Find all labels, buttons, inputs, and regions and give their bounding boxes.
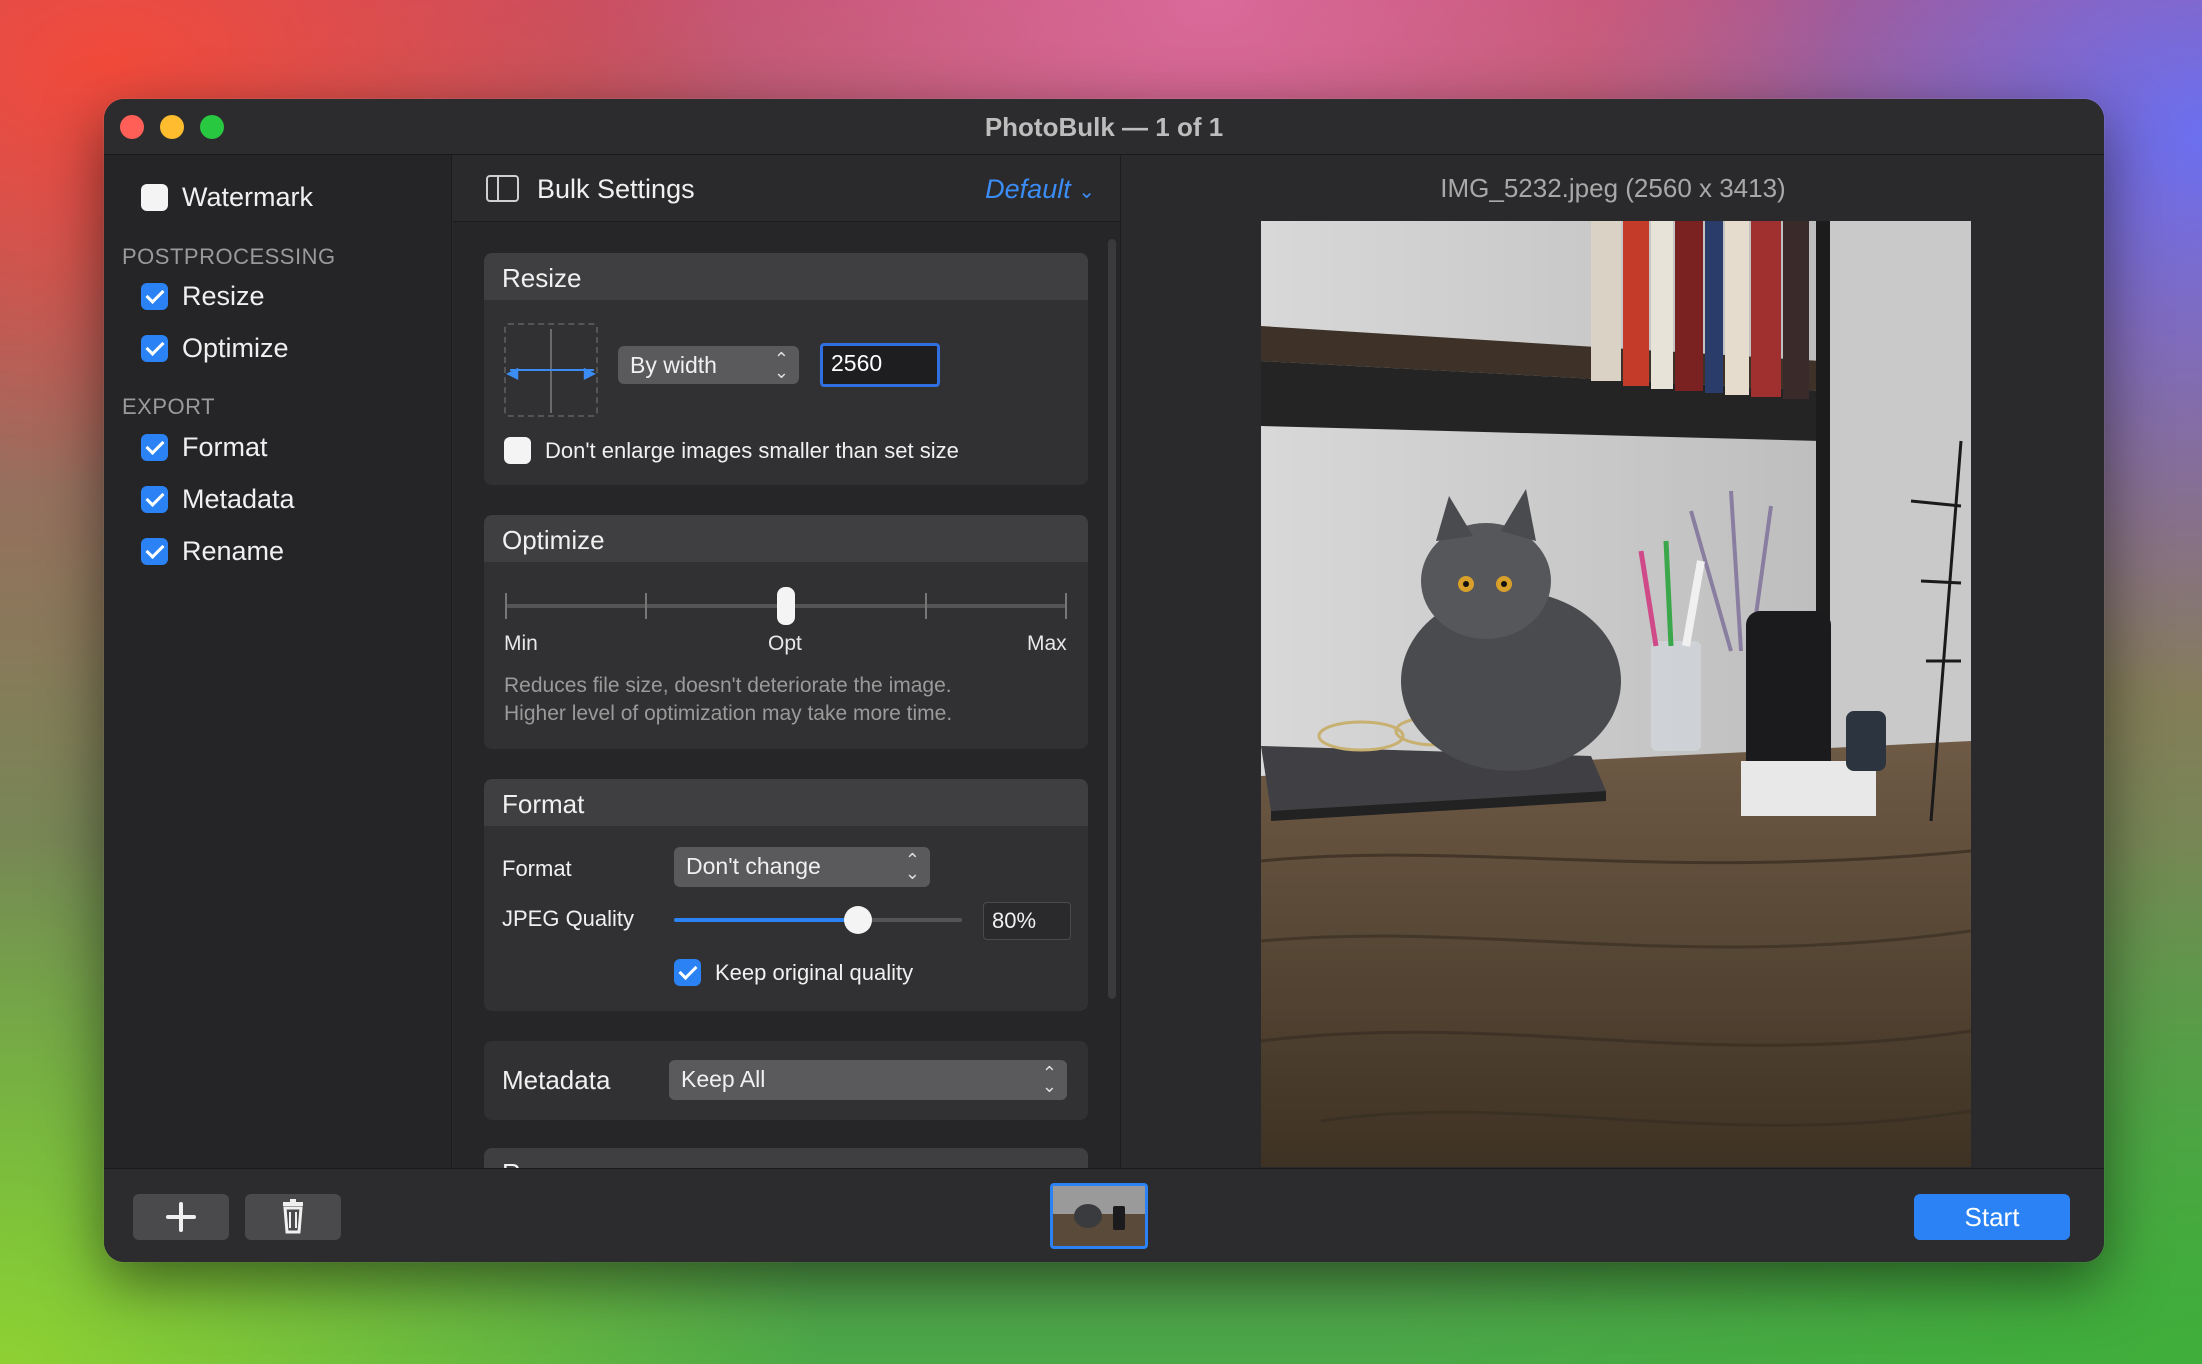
horizontal-arrow bbox=[510, 369, 594, 371]
optimize-tick bbox=[505, 593, 507, 619]
updown-chevron-icon: ⌃ ⌄ bbox=[904, 850, 920, 883]
window-title: PhotoBulk — 1 of 1 bbox=[984, 112, 1224, 142]
resize-card-title: Resize bbox=[484, 253, 1088, 300]
jpeg-quality-fill bbox=[674, 918, 859, 922]
sidebar-toggle-icon[interactable] bbox=[486, 175, 519, 202]
preview-panel: IMG_5232.jpeg (2560 x 3413) bbox=[1122, 155, 2104, 1168]
optimize-card-title: Optimize bbox=[484, 515, 1088, 562]
bottom-toolbar: Start bbox=[104, 1168, 2104, 1262]
resize-width-value: 2560 bbox=[831, 350, 883, 376]
format-card-title: Format bbox=[484, 779, 1088, 826]
optimize-min-label: Min bbox=[504, 632, 538, 655]
resize-checkbox[interactable] bbox=[141, 283, 168, 310]
resize-mode-select[interactable]: By width ⌃ ⌄ bbox=[618, 346, 799, 384]
vertical-arrow bbox=[550, 329, 552, 413]
sidebar-item-label: Resize bbox=[182, 281, 265, 311]
dont-enlarge-label: Don't enlarge images smaller than set si… bbox=[545, 437, 959, 463]
sidebar-item-watermark[interactable]: Watermark bbox=[141, 182, 313, 213]
sidebar-item-label: Watermark bbox=[182, 182, 314, 212]
sidebar-item-format[interactable]: Format bbox=[141, 432, 268, 463]
sidebar: Watermark POSTPROCESSING Resize Optimize… bbox=[104, 155, 452, 1168]
bulk-settings-panel: Bulk Settings Default ⌄ Resize ◀ ▶ By wi… bbox=[453, 155, 1121, 1168]
arrow-right-icon: ▶ bbox=[583, 365, 596, 382]
optimize-slider-knob[interactable] bbox=[777, 587, 795, 625]
resize-direction-icon: ◀ ▶ bbox=[504, 323, 598, 417]
resize-width-input[interactable]: 2560 bbox=[820, 343, 940, 387]
optimize-opt-label: Opt bbox=[768, 632, 802, 655]
photobulk-window: PhotoBulk — 1 of 1 Watermark POSTPROCESS… bbox=[104, 99, 2104, 1262]
format-checkbox[interactable] bbox=[141, 434, 168, 461]
format-select[interactable]: Don't change ⌃ ⌄ bbox=[674, 847, 930, 887]
keep-original-label: Keep original quality bbox=[715, 959, 914, 985]
watermark-checkbox[interactable] bbox=[141, 184, 168, 211]
metadata-select[interactable]: Keep All ⌃ ⌄ bbox=[669, 1060, 1067, 1100]
add-images-button[interactable] bbox=[133, 1194, 229, 1240]
resize-card: Resize ◀ ▶ By width ⌃ ⌄ 2560 Don't enlarg… bbox=[484, 253, 1088, 485]
postprocessing-header: POSTPROCESSING bbox=[122, 244, 336, 269]
dont-enlarge-checkbox[interactable] bbox=[504, 437, 531, 464]
format-label: Format bbox=[502, 856, 572, 881]
keep-original-checkbox[interactable] bbox=[674, 959, 701, 986]
updown-chevron-icon: ⌃ ⌄ bbox=[773, 349, 789, 382]
optimize-checkbox[interactable] bbox=[141, 335, 168, 362]
sidebar-item-label: Metadata bbox=[182, 484, 295, 514]
preset-label: Default bbox=[985, 174, 1071, 204]
start-button[interactable]: Start bbox=[1914, 1194, 2070, 1240]
format-card: Format Format Don't change ⌃ ⌄ JPEG Quali… bbox=[484, 779, 1088, 1011]
optimize-description-1: Reduces file size, doesn't deteriorate t… bbox=[504, 674, 952, 697]
settings-scrollbar[interactable] bbox=[1108, 239, 1116, 999]
metadata-label: Metadata bbox=[502, 1065, 611, 1095]
preview-filename: IMG_5232.jpeg (2560 x 3413) bbox=[1440, 173, 1786, 203]
metadata-card: Metadata Keep All ⌃ ⌄ bbox=[484, 1041, 1088, 1120]
thumbnail-image bbox=[1053, 1186, 1145, 1246]
sidebar-item-metadata[interactable]: Metadata bbox=[141, 484, 295, 515]
jpeg-quality-value: 80% bbox=[992, 908, 1037, 933]
jpeg-quality-label: JPEG Quality bbox=[502, 906, 635, 931]
resize-mode-value: By width bbox=[630, 352, 717, 378]
preset-dropdown[interactable]: Default ⌄ bbox=[985, 174, 1095, 205]
export-header: EXPORT bbox=[122, 394, 216, 419]
settings-header: Bulk Settings Default ⌄ bbox=[453, 155, 1120, 222]
sidebar-item-rename[interactable]: Rename bbox=[141, 536, 284, 567]
delete-images-button[interactable] bbox=[245, 1194, 341, 1240]
rename-card: Rename bbox=[484, 1148, 1088, 1168]
trash-icon bbox=[283, 1199, 303, 1234]
preview-image bbox=[1261, 221, 1971, 1167]
metadata-checkbox[interactable] bbox=[141, 486, 168, 513]
optimize-tick bbox=[645, 593, 647, 619]
plus-icon bbox=[166, 1202, 196, 1232]
photo-illustration bbox=[1261, 221, 1971, 1167]
optimize-card: Optimize Min Opt Max Reduces file size, … bbox=[484, 515, 1088, 749]
optimize-tick bbox=[925, 593, 927, 619]
format-value: Don't change bbox=[686, 853, 821, 879]
sidebar-item-optimize[interactable]: Optimize bbox=[141, 333, 289, 364]
optimize-description-2: Higher level of optimization may take mo… bbox=[504, 702, 953, 725]
jpeg-quality-knob[interactable] bbox=[844, 906, 873, 934]
titlebar: PhotoBulk — 1 of 1 bbox=[104, 99, 2104, 155]
optimize-tick bbox=[1065, 593, 1067, 619]
jpeg-quality-field[interactable]: 80% bbox=[983, 902, 1071, 940]
sidebar-item-label: Rename bbox=[182, 536, 285, 566]
settings-title: Bulk Settings bbox=[537, 174, 695, 204]
rename-card-title: Rename bbox=[484, 1148, 1088, 1168]
updown-chevron-icon: ⌃ ⌄ bbox=[1041, 1063, 1057, 1096]
sidebar-item-label: Optimize bbox=[182, 333, 289, 363]
sidebar-item-resize[interactable]: Resize bbox=[141, 281, 265, 312]
optimize-max-label: Max bbox=[1027, 632, 1067, 655]
arrow-left-icon: ◀ bbox=[506, 365, 519, 382]
keep-original-option[interactable]: Keep original quality bbox=[674, 959, 913, 986]
image-thumbnail[interactable] bbox=[1050, 1183, 1148, 1249]
metadata-value: Keep All bbox=[681, 1066, 766, 1092]
sidebar-item-label: Format bbox=[182, 432, 268, 462]
chevron-down-icon: ⌄ bbox=[1078, 181, 1095, 203]
rename-checkbox[interactable] bbox=[141, 538, 168, 565]
dont-enlarge-option[interactable]: Don't enlarge images smaller than set si… bbox=[504, 437, 959, 464]
